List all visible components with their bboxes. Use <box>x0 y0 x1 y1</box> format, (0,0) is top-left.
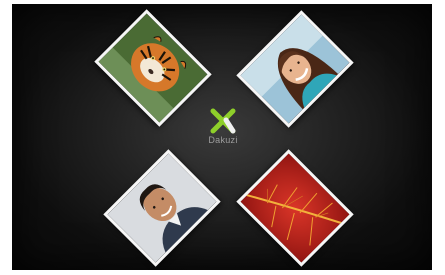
tile-woman[interactable] <box>236 10 354 128</box>
gallery-stage: Dakuzi <box>12 4 432 270</box>
dakuzi-logo[interactable]: Dakuzi <box>193 108 253 168</box>
tiger-photo <box>98 13 208 123</box>
x-logo-icon <box>210 108 236 134</box>
man-portrait-photo <box>107 153 217 263</box>
red-leaf-photo <box>240 153 350 263</box>
page: Dakuzi <box>0 0 445 275</box>
woman-portrait-photo <box>240 14 350 124</box>
logo-name: Dakuzi <box>208 135 238 145</box>
tile-red-leaf[interactable] <box>236 149 354 267</box>
